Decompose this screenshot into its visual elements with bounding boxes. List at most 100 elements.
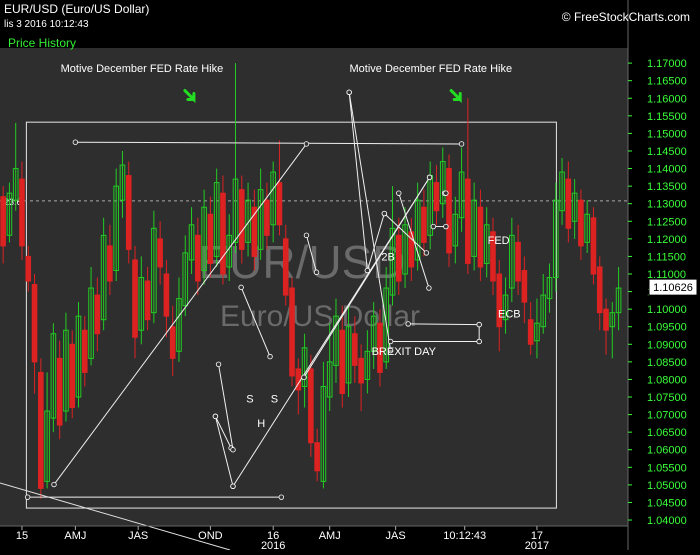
y-tick-label: 1.06500	[647, 427, 687, 439]
x-tick-label: OND	[198, 530, 223, 542]
candle-body	[596, 266, 603, 314]
x-tick-label: JAS	[386, 530, 406, 542]
trendline-anchor	[72, 139, 79, 145]
candle-body	[107, 245, 113, 282]
candlestick-chart[interactable]: EUR/USD Euro/US Dollar 23.6 Motive Decem…	[0, 0, 700, 552]
symbol-title: EUR/USD (Euro/US Dollar)	[4, 2, 150, 16]
trendline-anchor	[476, 338, 482, 345]
watermark-name: Euro/US Dollar	[220, 300, 420, 333]
candle-body	[477, 206, 484, 268]
candle-body	[603, 308, 609, 331]
candle-body	[264, 199, 270, 236]
y-tick-label: 1.07000	[647, 410, 687, 422]
last-price-label: 1.10626	[653, 282, 693, 294]
candle-body	[38, 371, 44, 489]
trendline-anchor	[426, 174, 433, 181]
candle-body	[19, 178, 25, 247]
y-tick-label: 1.16500	[647, 76, 687, 88]
candle-body	[69, 343, 76, 409]
trendline-anchor	[215, 361, 222, 368]
trendline-anchor	[230, 483, 236, 489]
trendline-anchor	[396, 190, 402, 196]
annotation-label: FED	[488, 235, 510, 247]
candle-body	[238, 189, 245, 250]
y-tick-label: 1.08000	[647, 374, 687, 386]
x-tick-label: AMJ	[319, 530, 341, 542]
brand-label: © FreeStockCharts.com	[561, 10, 690, 24]
y-tick-label: 1.04000	[647, 515, 687, 527]
y-tick-label: 1.17000	[647, 58, 687, 70]
candle-body	[314, 442, 320, 472]
candle-body	[578, 199, 584, 247]
trendline-anchor	[381, 210, 388, 217]
y-tick-label: 1.15000	[647, 128, 687, 140]
trendline-anchor	[303, 141, 310, 147]
candle-body	[207, 213, 214, 264]
candle-body	[56, 357, 63, 426]
y-tick-label: 1.09500	[647, 322, 687, 334]
candle-body	[0, 196, 6, 247]
candle-body	[132, 259, 138, 338]
annotation-label: S	[271, 394, 278, 406]
annotation-label: Motive December FED Rate Hike	[61, 63, 224, 75]
trendline-anchor	[346, 89, 352, 95]
trendline-anchor	[230, 447, 236, 453]
y-tick-label: 1.13000	[647, 199, 687, 211]
candle-body	[220, 192, 226, 275]
candle-body	[169, 326, 176, 359]
candle-body	[421, 206, 427, 243]
candle-body	[339, 329, 346, 394]
trendline-anchor	[387, 338, 394, 345]
trendline-anchor	[405, 321, 411, 327]
trendline-anchor	[423, 250, 430, 256]
trendline-anchor	[267, 353, 273, 360]
candle-body	[527, 319, 534, 345]
candle-body	[565, 178, 572, 229]
x-tick-label: AMJ	[64, 530, 86, 542]
y-tick-label: 1.08500	[647, 357, 687, 369]
y-tick-label: 1.14000	[647, 164, 687, 176]
trendline-anchor	[301, 374, 307, 381]
y-tick-label: 1.12500	[647, 216, 687, 228]
trendline-anchor	[212, 413, 219, 420]
datetime-stamp: lis 3 2016 10:12:43	[4, 19, 89, 30]
y-tick-label: 1.15500	[647, 111, 687, 123]
trendline-anchor	[458, 141, 465, 147]
annotation-label: Motive December FED Rate Hike	[350, 63, 513, 75]
candle-body	[433, 182, 440, 212]
trendline-anchor	[443, 223, 449, 230]
candle-body	[358, 357, 364, 384]
candle-body	[81, 329, 88, 373]
annotation-label: H	[257, 418, 265, 430]
candle-body	[446, 168, 452, 254]
candle-body	[289, 287, 295, 377]
y-tick-label: 1.14500	[647, 146, 687, 158]
y-tick-label: 1.05000	[647, 480, 687, 492]
y-tick-label: 1.07500	[647, 392, 687, 404]
trendline-anchor	[238, 284, 244, 291]
candle-body	[195, 234, 201, 282]
candle-body	[590, 217, 597, 275]
candle-body	[144, 280, 151, 321]
x-year-label: 2016	[261, 540, 285, 550]
candle-body	[308, 368, 314, 444]
candle-body	[282, 238, 289, 296]
trendline-anchor	[443, 190, 449, 196]
chart-stage: EUR/USD Euro/US Dollar 23.6 Motive Decem…	[0, 0, 700, 552]
y-tick-label: 1.11500	[647, 251, 686, 263]
trendline-anchor	[364, 267, 371, 274]
annotation-label: ECB	[498, 309, 521, 321]
annotation-label: BREXIT DAY	[372, 346, 437, 358]
candle-body	[395, 234, 402, 282]
candle-body	[515, 241, 521, 282]
price-history-label[interactable]: Price History	[8, 36, 76, 50]
x-tick-label: JAS	[128, 530, 148, 542]
x-tick-label: 10:12:43	[443, 530, 486, 542]
candle-body	[157, 238, 163, 268]
trendline-anchor	[51, 481, 57, 488]
y-tick-label: 1.12000	[647, 234, 687, 246]
candle-body	[276, 182, 283, 226]
candle-body	[125, 175, 132, 250]
y-tick-label: 1.05500	[647, 462, 687, 474]
trendline-anchor	[24, 494, 31, 500]
